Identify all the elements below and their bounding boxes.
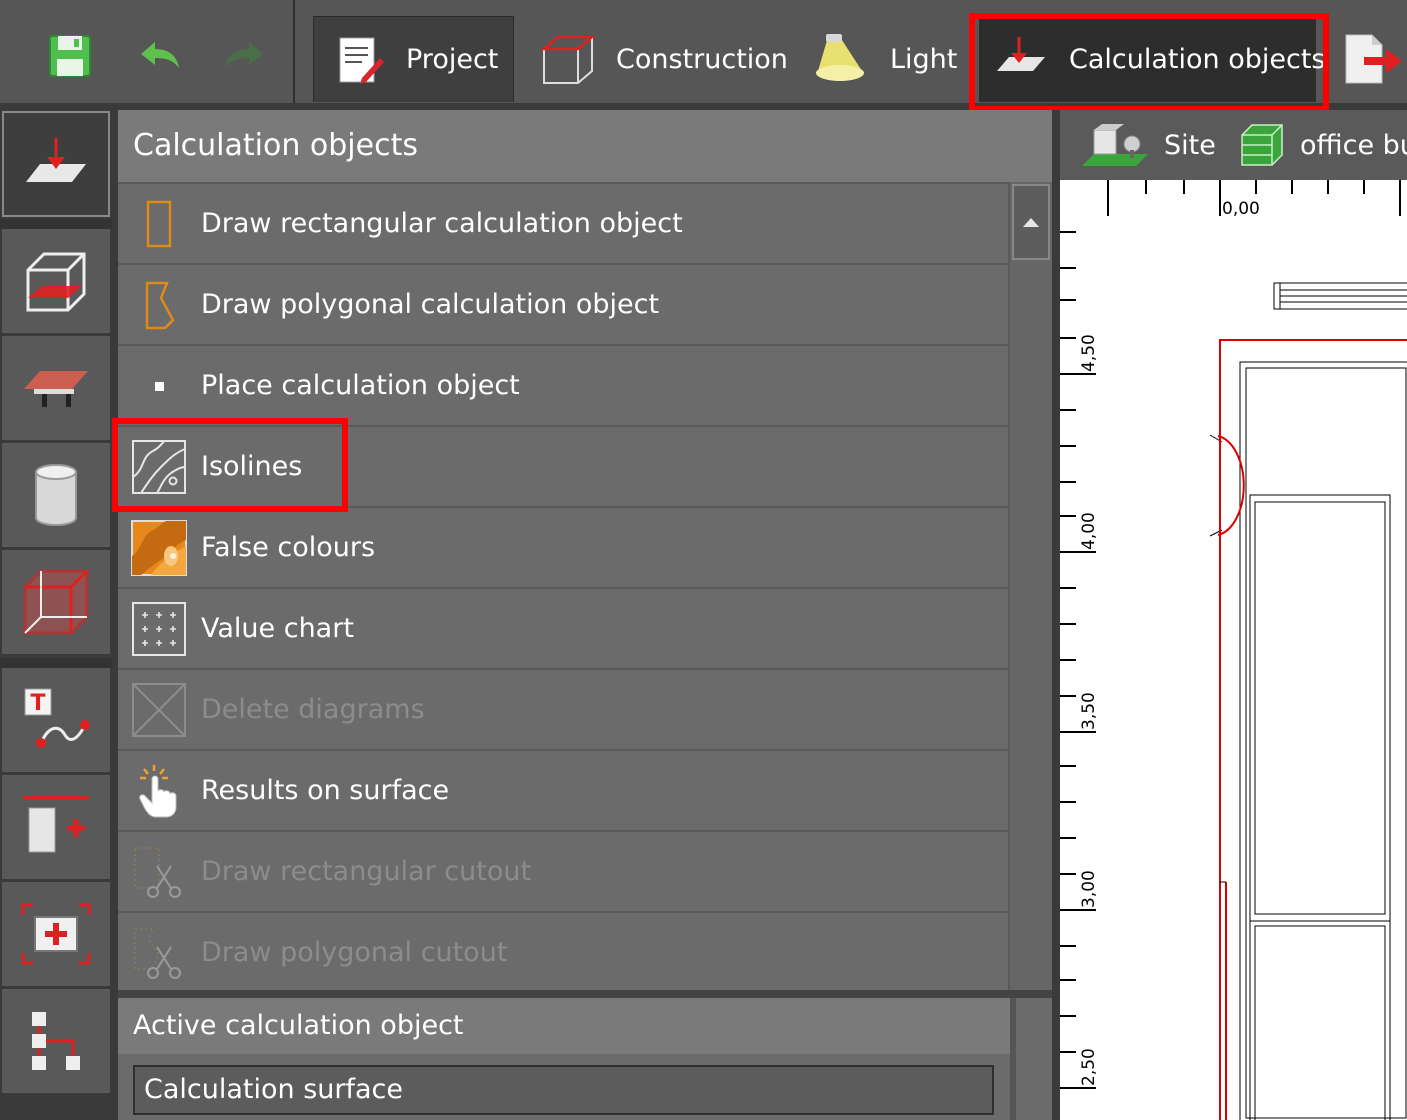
project-icon	[334, 34, 386, 86]
menu-item-delete-diagrams: Delete diagrams	[118, 668, 1008, 749]
breadcrumb-building[interactable]: office bui	[1238, 110, 1407, 180]
active-calculation-object-header: Active calculation object	[118, 998, 1010, 1054]
menu-item-label: False colours	[201, 532, 376, 563]
tab-export[interactable]	[1336, 16, 1407, 102]
sidebar-item-calculation-objects[interactable]	[2, 111, 110, 217]
left-sidebar: T	[0, 103, 112, 1120]
rectangle-outline-icon	[131, 196, 187, 252]
menu-item-label: Value chart	[201, 613, 354, 644]
breadcrumb-site[interactable]: Site	[1080, 110, 1216, 180]
sidebar-item-hierarchy[interactable]	[2, 989, 110, 1095]
menu-item-false-colours[interactable]: False colours	[118, 506, 1008, 587]
ruler-left-label: 2,50	[1079, 1048, 1099, 1086]
menu-item-draw-rectangular-cutout: Draw rectangular cutout	[118, 830, 1008, 911]
sidebar-gap	[0, 658, 112, 668]
tab-project[interactable]: Project	[313, 16, 514, 102]
svg-text:T: T	[30, 691, 45, 716]
value-chart-icon	[131, 601, 187, 657]
point-icon	[131, 358, 187, 414]
floor-plan-canvas[interactable]: 0,00 4,50 4,00 3,50 3,00 2,50	[1060, 180, 1407, 1120]
delete-diagrams-icon	[131, 682, 187, 738]
sidebar-gap	[0, 219, 112, 229]
scroll-up-button[interactable]	[1012, 184, 1050, 260]
active-calculation-object-field[interactable]: Calculation surface	[133, 1065, 994, 1115]
add-view-icon	[21, 903, 91, 965]
calculation-objects-panel: Calculation objects Draw rectangular cal…	[112, 110, 1052, 1120]
sidebar-item-add-element[interactable]	[2, 775, 110, 881]
tab-calculation-objects[interactable]: Calculation objects	[979, 16, 1325, 102]
ruler-left-label: 4,00	[1079, 512, 1099, 550]
construction-icon	[540, 31, 596, 87]
menu-item-label: Delete diagrams	[201, 694, 425, 725]
hierarchy-icon	[32, 1012, 80, 1070]
polygonal-cutout-icon	[131, 925, 187, 981]
room-objects-icon	[23, 569, 89, 635]
menu-item-label: Draw rectangular calculation object	[201, 208, 683, 239]
menu-item-draw-rectangular-calculation-object[interactable]: Draw rectangular calculation object	[118, 182, 1008, 263]
furniture-icon	[24, 371, 88, 407]
calculation-objects-icon	[995, 33, 1047, 85]
menu-item-label: Results on surface	[201, 775, 450, 806]
ruler-top-label: 0,00	[1222, 199, 1260, 219]
polygon-outline-icon	[131, 277, 187, 333]
menu-scrollbar[interactable]	[1008, 182, 1052, 990]
menu-item-label: Isolines	[201, 451, 303, 482]
pointer-hand-icon	[131, 763, 187, 819]
panel-title: Calculation objects	[118, 110, 1052, 182]
ruler-left-label: 3,00	[1079, 870, 1099, 908]
main-toolbar: Project Construction Light Calculation o…	[0, 0, 1407, 112]
menu-item-label: Place calculation object	[201, 370, 520, 401]
sidebar-item-cylinder[interactable]	[2, 443, 110, 549]
isolines-icon	[131, 439, 187, 495]
undo-icon[interactable]	[130, 28, 186, 84]
light-icon	[814, 31, 870, 87]
breadcrumb-building-label: office bui	[1300, 129, 1407, 161]
floor-plan-drawing: 0,00 4,50 4,00 3,50 3,00 2,50	[1060, 180, 1407, 1120]
calculation-objects-icon	[26, 138, 86, 182]
site-icon	[1082, 124, 1148, 166]
tab-construction[interactable]: Construction	[530, 16, 790, 102]
breadcrumb-site-label: Site	[1164, 129, 1216, 161]
room-construction-icon	[26, 252, 86, 312]
tab-project-label: Project	[406, 44, 499, 75]
ruler-left-label: 4,50	[1079, 334, 1099, 372]
menu-item-results-on-surface[interactable]: Results on surface	[118, 749, 1008, 830]
menu-item-label: Draw rectangular cutout	[201, 856, 532, 887]
sidebar-item-furniture[interactable]	[2, 336, 110, 442]
menu-item-label: Draw polygonal cutout	[201, 937, 508, 968]
tab-calculation-objects-label: Calculation objects	[1069, 43, 1326, 75]
sidebar-item-text-annotation[interactable]: T	[2, 668, 110, 774]
rectangular-cutout-icon	[131, 844, 187, 900]
sidebar-item-room-construction[interactable]	[2, 229, 110, 335]
add-element-icon	[23, 796, 89, 853]
tab-construction-label: Construction	[616, 43, 788, 75]
save-icon[interactable]	[42, 28, 98, 84]
redo-icon[interactable]	[218, 28, 274, 84]
text-annotation-icon: T	[24, 688, 90, 748]
building-icon	[1241, 124, 1283, 166]
panel-separator	[118, 990, 1052, 998]
ruler-left-label: 3,50	[1079, 692, 1099, 730]
menu-item-isolines[interactable]: Isolines	[118, 425, 1008, 506]
active-scrollbar[interactable]	[1010, 998, 1052, 1120]
menu-item-place-calculation-object[interactable]: Place calculation object	[118, 344, 1008, 425]
sidebar-item-room-objects[interactable]	[2, 550, 110, 656]
menu-item-draw-polygonal-calculation-object[interactable]: Draw polygonal calculation object	[118, 263, 1008, 344]
toolbar-separator	[293, 0, 295, 103]
export-icon	[1342, 31, 1404, 87]
menu-item-draw-polygonal-cutout: Draw polygonal cutout	[118, 911, 1008, 992]
menu-item-label: Draw polygonal calculation object	[201, 289, 660, 320]
view-breadcrumb: Site office bui	[1060, 110, 1407, 180]
tab-light[interactable]: Light	[806, 16, 964, 102]
view-divider[interactable]	[1052, 110, 1060, 1120]
sidebar-item-add-view[interactable]	[2, 882, 110, 988]
tab-light-label: Light	[890, 43, 958, 75]
triangle-up-icon	[1023, 218, 1039, 227]
false-colours-icon	[131, 519, 187, 576]
menu-item-value-chart[interactable]: Value chart	[118, 587, 1008, 668]
floor-plan-walls	[1209, 282, 1407, 1120]
cylinder-icon	[35, 464, 77, 526]
